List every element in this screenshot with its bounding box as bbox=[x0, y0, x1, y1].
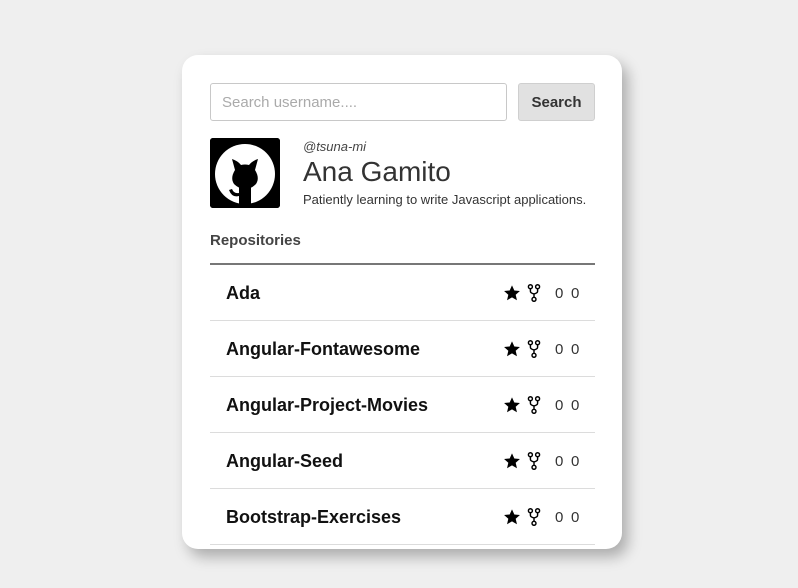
fork-icon bbox=[527, 284, 541, 302]
star-icon bbox=[504, 509, 520, 525]
fork-count: 0 bbox=[571, 284, 580, 302]
repo-name[interactable]: Ada bbox=[226, 283, 260, 304]
github-octocat-icon bbox=[210, 138, 280, 208]
user-name: Ana Gamito bbox=[303, 156, 451, 187]
star-count: 0 bbox=[555, 396, 564, 414]
repo-stats: 0 0 bbox=[503, 339, 579, 359]
star-icon bbox=[504, 453, 520, 469]
repo-stats: 0 0 bbox=[503, 507, 579, 527]
user-profile: @tsuna-mi Ana Gamito Patiently learning … bbox=[210, 138, 610, 210]
fork-count: 0 bbox=[571, 508, 580, 526]
list-item[interactable]: Ada 0 0 bbox=[210, 265, 595, 321]
repositories-heading: Repositories bbox=[210, 232, 301, 249]
fork-icon bbox=[527, 452, 541, 470]
repository-list: Ada 0 0 Angular-Fontawesome 0 0 Angular-… bbox=[210, 263, 595, 545]
profile-card: Search @tsuna-mi Ana Gamito Patiently le… bbox=[182, 55, 622, 549]
star-count: 0 bbox=[555, 452, 564, 470]
star-icon bbox=[504, 285, 520, 301]
search-bar: Search bbox=[210, 83, 595, 121]
search-button[interactable]: Search bbox=[518, 83, 595, 121]
list-item[interactable]: Bootstrap-Exercises 0 0 bbox=[210, 489, 595, 545]
star-count: 0 bbox=[555, 284, 564, 302]
fork-icon bbox=[527, 396, 541, 414]
repo-stats: 0 0 bbox=[503, 451, 579, 471]
avatar bbox=[210, 138, 280, 208]
fork-icon bbox=[527, 340, 541, 358]
list-item[interactable]: Angular-Project-Movies 0 0 bbox=[210, 377, 595, 433]
star-icon bbox=[504, 397, 520, 413]
fork-icon bbox=[527, 508, 541, 526]
star-count: 0 bbox=[555, 340, 564, 358]
user-bio: Patiently learning to write Javascript a… bbox=[303, 192, 587, 207]
fork-count: 0 bbox=[571, 340, 580, 358]
fork-count: 0 bbox=[571, 452, 580, 470]
repo-name[interactable]: Bootstrap-Exercises bbox=[226, 507, 401, 528]
repo-stats: 0 0 bbox=[503, 283, 579, 303]
list-item[interactable]: Angular-Seed 0 0 bbox=[210, 433, 595, 489]
star-count: 0 bbox=[555, 508, 564, 526]
list-item[interactable]: Angular-Fontawesome 0 0 bbox=[210, 321, 595, 377]
user-handle: @tsuna-mi bbox=[303, 139, 367, 154]
star-icon bbox=[504, 341, 520, 357]
repo-name[interactable]: Angular-Seed bbox=[226, 451, 343, 472]
fork-count: 0 bbox=[571, 396, 580, 414]
repo-stats: 0 0 bbox=[503, 395, 579, 415]
repo-name[interactable]: Angular-Fontawesome bbox=[226, 339, 420, 360]
search-input[interactable] bbox=[210, 83, 507, 121]
repo-name[interactable]: Angular-Project-Movies bbox=[226, 395, 428, 416]
